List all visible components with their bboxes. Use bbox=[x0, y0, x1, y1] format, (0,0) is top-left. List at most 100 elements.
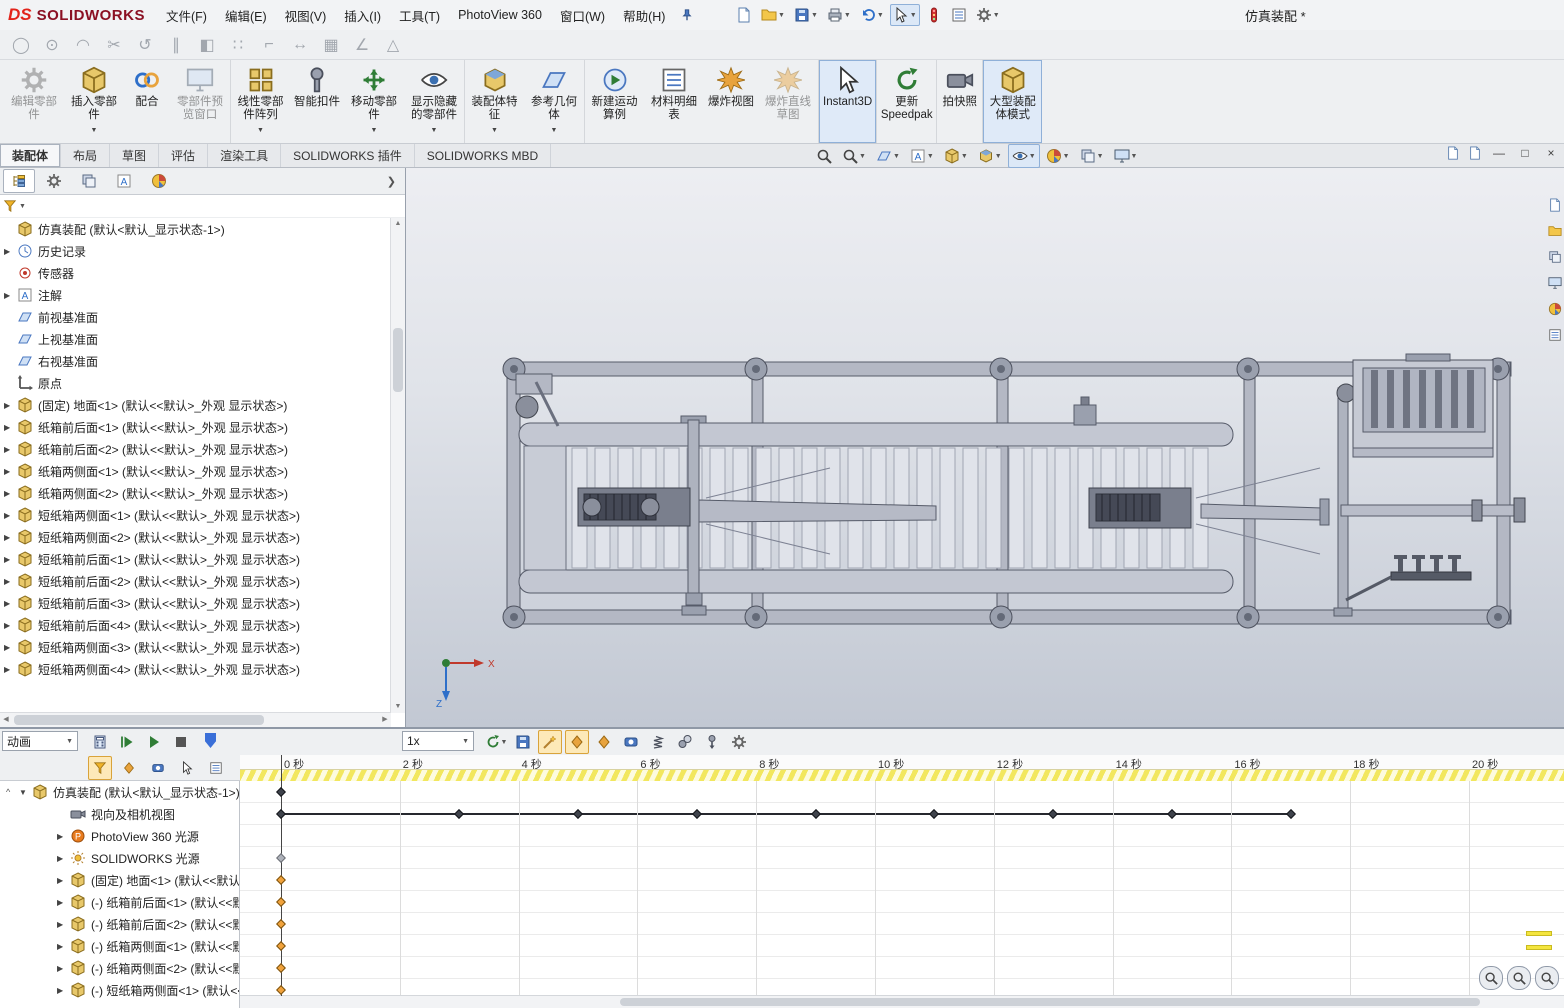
expand-caret-icon[interactable]: ▼ bbox=[19, 788, 32, 797]
timeline-keyframe[interactable] bbox=[454, 809, 464, 819]
motion-tree-item[interactable]: ^ ▼ 仿真装配 (默认<默认_显示状态-1>) bbox=[0, 781, 239, 803]
motion-tree-item[interactable]: 视向及相机视图 bbox=[0, 803, 239, 825]
menu-item[interactable]: 文件(F) bbox=[157, 0, 216, 30]
tree-item[interactable]: ▶ 短纸箱前后面<1> (默认<<默认>_外观 显示状态>) bbox=[0, 548, 391, 570]
tab-dimxpertmanager[interactable] bbox=[108, 169, 140, 193]
timeline-horizontal-scrollbar[interactable] bbox=[240, 995, 1564, 1008]
tree-item[interactable]: ▶ 短纸箱前后面<2> (默认<<默认>_外观 显示状态>) bbox=[0, 570, 391, 592]
timeline-keyframe[interactable] bbox=[811, 809, 821, 819]
update-speedpak-button[interactable]: 更新 Speedpak bbox=[876, 60, 936, 143]
add-key-button[interactable] bbox=[592, 730, 616, 754]
tab-displaymanager[interactable] bbox=[143, 169, 175, 193]
tab-featuremanager[interactable] bbox=[3, 169, 35, 193]
scrollbar-thumb[interactable] bbox=[620, 998, 1480, 1006]
expand-caret-icon[interactable]: ▶ bbox=[57, 854, 70, 863]
playback-speed-select[interactable]: 1x ▼ bbox=[402, 731, 474, 751]
trim-entities-icon[interactable]: ✂ bbox=[103, 35, 125, 55]
new-window-icon[interactable] bbox=[1468, 146, 1482, 160]
tab-solidworks-addins[interactable]: SOLIDWORKS 插件 bbox=[281, 144, 415, 167]
timeline-ruler[interactable]: 0 秒2 秒4 秒6 秒8 秒10 秒12 秒14 秒16 秒18 秒20 秒 bbox=[240, 755, 1564, 782]
panel-expand-chevron-icon[interactable]: ❯ bbox=[381, 175, 402, 188]
graphics-viewport[interactable]: X Z bbox=[405, 168, 1564, 727]
contact-button[interactable] bbox=[673, 730, 697, 754]
camera-key-bar[interactable] bbox=[281, 813, 1291, 815]
tree-item[interactable]: ▶ 纸箱前后面<2> (默认<<默认>_外观 显示状态>) bbox=[0, 438, 391, 460]
tree-item[interactable]: ▶ 短纸箱两侧面<3> (默认<<默认>_外观 显示状态>) bbox=[0, 636, 391, 658]
timeline-keyframe[interactable] bbox=[276, 809, 286, 819]
dynamic-annotation-button[interactable]: ▼ bbox=[906, 144, 938, 168]
tree-item[interactable]: 前视基准面 bbox=[0, 306, 391, 328]
expand-caret-icon[interactable]: ▶ bbox=[4, 489, 17, 498]
expand-caret-icon[interactable]: ▶ bbox=[4, 423, 17, 432]
timeline-keyframe[interactable] bbox=[276, 875, 286, 885]
expand-caret-icon[interactable]: ▶ bbox=[4, 643, 17, 652]
select-button[interactable]: ▼ bbox=[890, 4, 920, 26]
study-type-select[interactable]: 动画 ▼ bbox=[2, 731, 78, 751]
tree-item[interactable]: 传感器 bbox=[0, 262, 391, 284]
explorer-icon[interactable] bbox=[1548, 250, 1562, 264]
insert-components-button[interactable]: 插入零部件 ▼ bbox=[64, 60, 124, 143]
linear-sketch-pattern-icon[interactable]: ∷ bbox=[227, 35, 249, 55]
move-component-button[interactable]: 移动零部件 ▼ bbox=[344, 60, 404, 143]
menu-item[interactable]: 帮助(H) bbox=[614, 0, 674, 30]
expand-caret-icon[interactable]: ▶ bbox=[4, 621, 17, 630]
filter-selected-button[interactable] bbox=[175, 756, 199, 780]
timeline-keyframe[interactable] bbox=[1167, 809, 1177, 819]
tree-item[interactable]: ▶ 短纸箱前后面<3> (默认<<默认>_外观 显示状态>) bbox=[0, 592, 391, 614]
playback-mode-button[interactable]: ▼ bbox=[484, 730, 508, 754]
display-style-button[interactable]: ▼ bbox=[974, 144, 1006, 168]
show-hidden-components-button[interactable]: 显示隐藏的零部件 ▼ bbox=[404, 60, 464, 143]
funnel-icon[interactable] bbox=[3, 199, 17, 213]
tree-item[interactable]: ▶ 历史记录 bbox=[0, 240, 391, 262]
filter-animated-button[interactable] bbox=[117, 756, 141, 780]
new-document-button[interactable] bbox=[733, 4, 755, 26]
library-icon[interactable] bbox=[1548, 224, 1562, 238]
circle-tool-icon[interactable]: ◯ bbox=[10, 35, 32, 55]
expand-caret-icon[interactable]: ▶ bbox=[57, 986, 70, 995]
scrollbar-thumb[interactable] bbox=[14, 715, 264, 725]
tree-item[interactable]: 上视基准面 bbox=[0, 328, 391, 350]
smart-fasteners-button[interactable]: 智能扣件 bbox=[290, 60, 344, 143]
smart-dimension-icon[interactable]: ↔ bbox=[289, 36, 311, 54]
expand-caret-icon[interactable]: ▶ bbox=[57, 832, 70, 841]
xpress-products-button[interactable] bbox=[923, 4, 945, 26]
motion-tree-item[interactable]: ▶ (-) 纸箱前后面<2> (默认<<默认>_外观 显示状态>) bbox=[0, 913, 239, 935]
tab-assembly[interactable]: 装配体 bbox=[0, 144, 61, 167]
tree-item[interactable]: ▶ 纸箱两侧面<1> (默认<<默认>_外观 显示状态>) bbox=[0, 460, 391, 482]
mirror-entities-icon[interactable]: ◧ bbox=[196, 35, 218, 55]
take-snapshot-button[interactable]: 拍快照 bbox=[936, 60, 982, 143]
timeline-keyframe[interactable] bbox=[1286, 809, 1296, 819]
calculate-button[interactable] bbox=[88, 730, 112, 754]
measure-icon[interactable]: △ bbox=[382, 35, 404, 55]
tab-configurationmanager[interactable] bbox=[73, 169, 105, 193]
edit-appearance-button[interactable]: ▼ bbox=[1042, 144, 1074, 168]
reference-geometry-button[interactable]: 参考几何体 ▼ bbox=[524, 60, 584, 143]
motion-settings-button[interactable] bbox=[727, 730, 751, 754]
arc-tool-icon[interactable]: ◠ bbox=[72, 35, 94, 55]
collapse-chevron-icon[interactable]: ^ bbox=[6, 787, 19, 797]
play-button[interactable] bbox=[142, 730, 166, 754]
tree-item[interactable]: ▶ 纸箱两侧面<2> (默认<<默认>_外观 显示状态>) bbox=[0, 482, 391, 504]
tab-render-tools[interactable]: 渲染工具 bbox=[208, 144, 281, 167]
timeline-track-area[interactable] bbox=[240, 781, 1564, 996]
motor-button[interactable] bbox=[619, 730, 643, 754]
scroll-left-icon[interactable]: ◀ bbox=[0, 713, 12, 727]
timeline-keyframe[interactable] bbox=[276, 853, 286, 863]
minimize-window-button[interactable]: — bbox=[1490, 146, 1508, 160]
properties-icon[interactable] bbox=[1548, 328, 1562, 342]
zoom-in-button[interactable] bbox=[1507, 966, 1531, 990]
zoom-area-button[interactable]: ▼ bbox=[838, 144, 870, 168]
scrollbar-thumb[interactable] bbox=[393, 328, 403, 392]
print-button[interactable]: ▼ bbox=[824, 4, 854, 26]
appearances-icon[interactable] bbox=[1548, 302, 1562, 316]
motion-tree-item[interactable]: ▶ (-) 短纸箱两侧面<1> (默认<<默认>_外观 显示状态>) bbox=[0, 979, 239, 1001]
motion-tree-item[interactable]: ▶ (-) 纸箱两侧面<1> (默认<<默认>_外观 显示状态>) bbox=[0, 935, 239, 957]
open-document-button[interactable]: ▼ bbox=[758, 4, 788, 26]
play-from-start-button[interactable] bbox=[115, 730, 139, 754]
assembly-features-button[interactable]: 装配体特征 ▼ bbox=[464, 60, 524, 143]
motion-tree-item[interactable]: ▶ (-) 纸箱两侧面<2> (默认<<默认>_外观 显示状态>) bbox=[0, 957, 239, 979]
restore-window-button[interactable]: □ bbox=[1516, 146, 1534, 160]
playback-slider-thumb[interactable] bbox=[205, 733, 216, 748]
cascade-window-icon[interactable] bbox=[1446, 146, 1460, 160]
dropdown-arrow-icon[interactable]: ▼ bbox=[19, 203, 26, 210]
